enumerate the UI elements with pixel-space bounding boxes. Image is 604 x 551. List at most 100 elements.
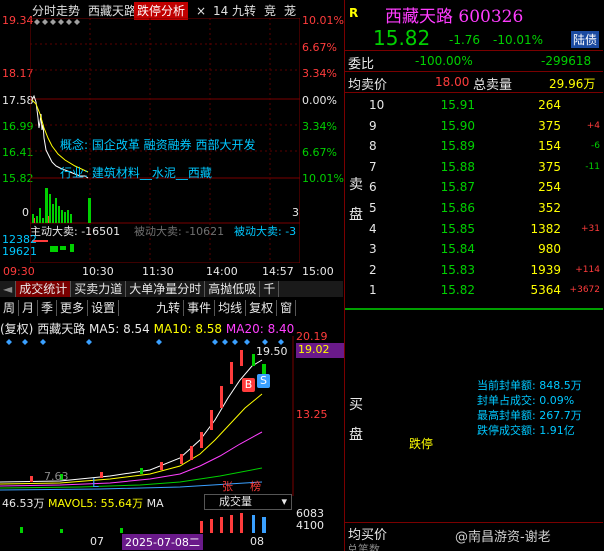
time-axis-label: 09:30 xyxy=(3,265,35,278)
btn-settings[interactable]: 设置 xyxy=(88,300,120,316)
buy-side-label: 买盘 xyxy=(349,397,363,443)
date-axis-label: 07 xyxy=(90,535,104,548)
btn-month[interactable]: 月 xyxy=(19,300,39,316)
weibi-label: 委比 xyxy=(348,57,375,72)
buy-badge[interactable]: B xyxy=(242,378,255,392)
btn-events[interactable]: 事件 xyxy=(184,300,216,316)
btn-jiuzhuan[interactable]: 九转 xyxy=(153,300,185,316)
price-axis-label: 19.34 xyxy=(2,14,34,27)
btn-week[interactable]: 周 xyxy=(0,300,20,316)
btn-window[interactable]: 窗 xyxy=(277,300,297,316)
pct-axis-label: 3.34% xyxy=(302,120,337,133)
btn-more[interactable]: 更多 xyxy=(57,300,89,316)
ask-change: +3672 xyxy=(569,285,600,296)
kline-toolbar: 周月季更多 设置 九转 事件 均线 复权窗 xyxy=(0,300,343,316)
intraday-chart-panel: 分时走势 西藏天路 跌停分析 × 14 九转 竞 茏 19.34 18.17 1… xyxy=(0,0,344,280)
volume-bars xyxy=(20,513,266,533)
avg-sell-label: 均卖价 xyxy=(348,78,388,93)
ask-level: 6 xyxy=(369,180,377,195)
vol-axis-label: 4100 xyxy=(296,519,324,532)
stock-title: 西藏天路 600326 xyxy=(385,2,523,27)
tab-trade-stats[interactable]: 成交统计 xyxy=(16,281,72,297)
pct-axis-label: 6.67% xyxy=(302,146,337,159)
ask-row[interactable]: 8 15.89 154 -6 xyxy=(345,137,603,156)
current-price: 15.82 xyxy=(373,26,431,50)
btn-season[interactable]: 季 xyxy=(38,300,58,316)
price-change: -1.76 xyxy=(449,33,481,47)
rank-tag[interactable]: 榜 xyxy=(250,478,261,494)
ask-price: 15.90 xyxy=(440,118,475,133)
ask-level: 10 xyxy=(369,98,385,112)
ask-volume: 1939 xyxy=(530,262,561,277)
seal-current: 当前封单额: 848.5万 xyxy=(477,379,582,392)
price-change-pct: -10.01% xyxy=(493,33,544,47)
price-axis-label: 18.17 xyxy=(2,67,34,80)
ask-level: 4 xyxy=(369,221,377,236)
time-axis-label: 10:30 xyxy=(82,265,114,278)
kline-current-price-tag: 19.02 xyxy=(296,343,344,358)
price-axis-label: 15.82 xyxy=(2,172,34,185)
ma20-value: MA20: 8.40 xyxy=(225,322,295,336)
limit-down-tag: 跌停 xyxy=(409,437,434,451)
tab-large-order-flow[interactable]: 大单净量分时 xyxy=(126,281,206,297)
main-flow-label: 主动大卖: -16501 xyxy=(30,225,121,238)
adjust-label: (复权) xyxy=(0,322,34,336)
ask-row[interactable]: 4 15.85 1382 +31 xyxy=(345,220,603,239)
stock-code: 600326 xyxy=(458,7,524,27)
ask-price: 15.86 xyxy=(440,201,475,215)
ask-price: 15.89 xyxy=(440,139,475,154)
ask-row[interactable]: 6 15.87 254 xyxy=(345,178,603,197)
btn-adjust[interactable]: 复权 xyxy=(246,300,278,316)
total-sell-label: 总卖量 xyxy=(473,78,513,93)
analysis-tab-bar: ◄ 成交统计 买卖力道 大单净量分时 高抛低吸千 xyxy=(0,281,343,297)
total-trades-label: 总笔数 xyxy=(347,543,380,551)
kline-stock-name: 西藏天路 xyxy=(37,322,86,336)
watermark-text: @南昌游资-谢老 xyxy=(455,530,551,545)
ask-volume: 254 xyxy=(538,180,561,195)
ask-row[interactable]: 9 15.90 375 +4 xyxy=(345,117,603,136)
ask-row[interactable]: 7 15.88 375 -11 xyxy=(345,158,603,177)
ask-price: 15.84 xyxy=(440,242,475,257)
ask-row[interactable]: 3 15.84 980 xyxy=(345,240,603,259)
ask-price: 15.88 xyxy=(440,159,475,174)
kline-high-label: 20.19 xyxy=(296,330,328,343)
ask-price: 15.91 xyxy=(440,98,475,112)
ask-volume: 1382 xyxy=(530,221,561,236)
kline-ma-line: (复权) 西藏天路 MA5: 8.54 MA10: 8.58 MA20: 8.4… xyxy=(0,320,294,337)
limit-tag[interactable]: 张 xyxy=(222,478,233,494)
ask-row[interactable]: 5 15.86 352 xyxy=(345,199,603,218)
tab-more[interactable]: 千 xyxy=(260,281,280,297)
time-axis-label: 14:00 xyxy=(206,265,238,278)
ask-price: 15.83 xyxy=(440,262,475,277)
ask-row[interactable]: 1 15.82 5364 +3672 xyxy=(345,281,603,300)
ask-volume: 154 xyxy=(538,139,561,154)
seal-max: 最高封单额: 267.7万 xyxy=(477,409,582,422)
tab-high-low[interactable]: 高抛低吸 xyxy=(205,281,261,297)
quote-panel: R 西藏天路 600326 15.82 -1.76 -10.01% 陆债 委比 … xyxy=(344,0,604,551)
rights-marker: R xyxy=(349,6,359,20)
volume-indicator-select[interactable]: 成交量 ▾ xyxy=(204,494,292,510)
ask-price: 15.82 xyxy=(440,283,475,298)
ask-price: 15.87 xyxy=(440,180,475,195)
btn-ma[interactable]: 均线 xyxy=(215,300,247,316)
kline-mid-label: 13.25 xyxy=(296,408,328,421)
weibi-diff: -299618 xyxy=(541,54,592,68)
ask-change: -6 xyxy=(591,141,600,152)
ask-change: +4 xyxy=(586,120,600,131)
time-axis-label: 11:30 xyxy=(142,265,174,278)
price-axis-label: 17.58 xyxy=(2,94,34,107)
ask-change: +31 xyxy=(581,223,600,234)
time-axis-label: 15:00 xyxy=(302,265,334,278)
sell-badge[interactable]: S xyxy=(257,374,270,388)
pct-axis-label: 6.67% xyxy=(302,41,337,54)
stock-name: 西藏天路 xyxy=(385,7,453,27)
ask-row[interactable]: 2 15.83 1939 +114 xyxy=(345,261,603,280)
ask-change: +114 xyxy=(575,264,600,275)
ask-row[interactable]: 10 15.91 264 xyxy=(345,96,603,115)
ask-level: 8 xyxy=(369,139,377,154)
kline-peak-label: 19.50 xyxy=(256,345,288,358)
flow-label-passive-2: 被动大卖: -3 xyxy=(234,225,297,238)
tab-buy-sell-force[interactable]: 买卖力道 xyxy=(71,281,127,297)
ask-volume: 352 xyxy=(538,201,561,215)
ask-volume: 264 xyxy=(538,98,561,112)
